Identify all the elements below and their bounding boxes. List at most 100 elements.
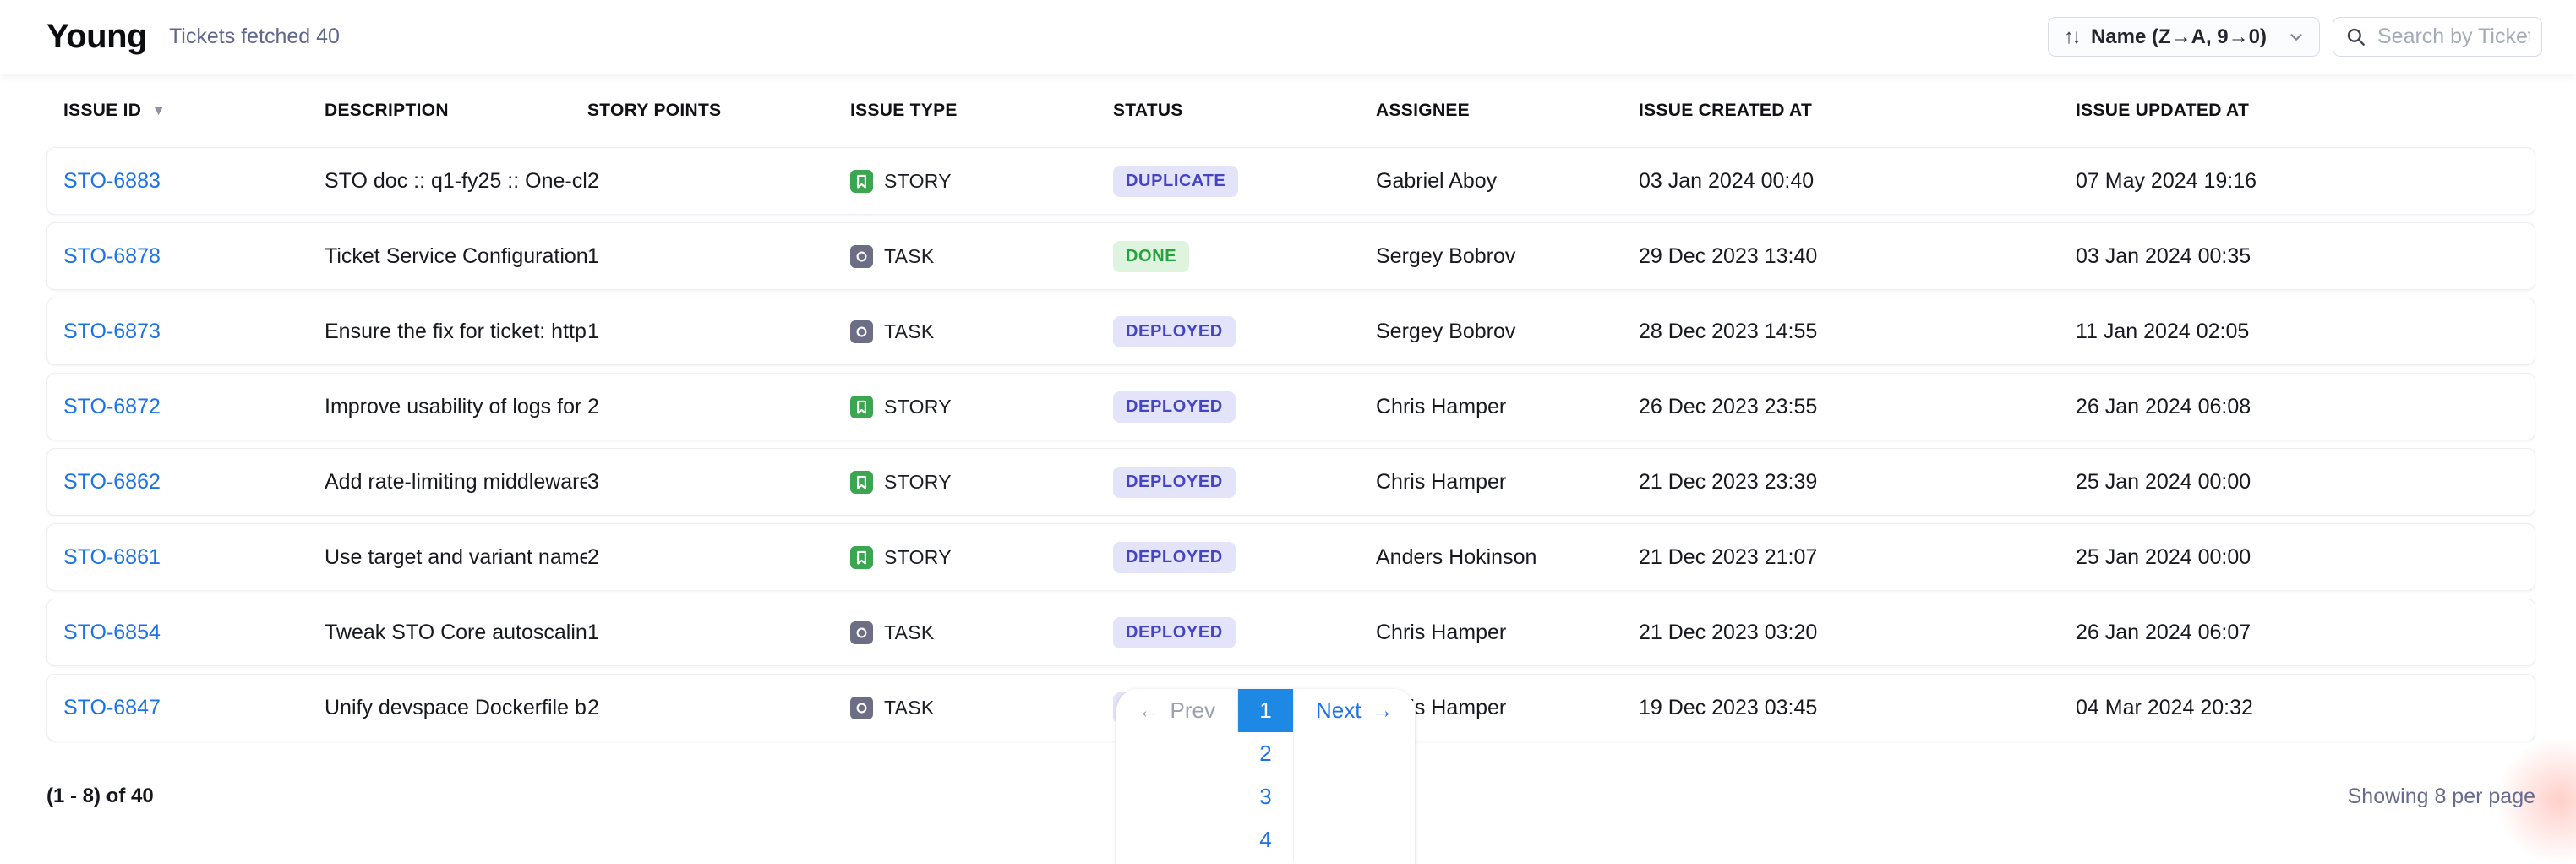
status-badge: DEPLOYED bbox=[1113, 391, 1236, 423]
issue-description: Improve usability of logs for failur... bbox=[325, 395, 587, 419]
issue-type-cell: TASK bbox=[850, 621, 1113, 644]
top-bar: Young Tickets fetched 40 ↑↓ Name (Z→A, 9… bbox=[0, 0, 2576, 74]
issue-updated-at: 26 Jan 2024 06:08 bbox=[2076, 395, 2535, 419]
pagination: ← Prev 1 2 3 4 5 Next → bbox=[1116, 689, 1416, 864]
issue-updated-at: 11 Jan 2024 02:05 bbox=[2076, 320, 2535, 344]
next-page-button[interactable]: Next → bbox=[1294, 689, 1415, 732]
per-page-label: Showing 8 per page bbox=[2348, 785, 2535, 809]
issue-updated-at: 26 Jan 2024 06:07 bbox=[2076, 621, 2535, 645]
issue-type-cell: STORY bbox=[850, 546, 1113, 569]
assignee-name: Anders Hokinson bbox=[1376, 545, 1639, 570]
prev-page-button[interactable]: ← Prev bbox=[1116, 689, 1238, 732]
task-icon bbox=[850, 697, 873, 719]
story-icon bbox=[850, 546, 873, 569]
assignee-name: Chris Hamper bbox=[1376, 696, 1639, 720]
status-badge: DEPLOYED bbox=[1113, 542, 1236, 573]
issue-description: STO doc :: q1-fy25 :: One-click e... bbox=[325, 169, 587, 194]
task-icon bbox=[850, 621, 873, 644]
issue-created-at: 29 Dec 2023 13:40 bbox=[1639, 244, 2076, 269]
issue-type-label: TASK bbox=[884, 621, 935, 644]
status-cell: DEPLOYED bbox=[1113, 542, 1376, 573]
status-badge: DUPLICATE bbox=[1113, 166, 1238, 197]
assignee-name: Chris Hamper bbox=[1376, 470, 1639, 495]
sort-selected-value: Name (Z→A, 9→0) bbox=[2091, 25, 2267, 49]
column-header-issue-type[interactable]: ISSUE TYPE bbox=[850, 101, 1113, 121]
assignee-name: Chris Hamper bbox=[1376, 395, 1639, 419]
issue-id-link[interactable]: STO-6873 bbox=[63, 320, 325, 344]
issue-type-cell: STORY bbox=[850, 471, 1113, 494]
issue-id-link[interactable]: STO-6878 bbox=[63, 244, 325, 269]
status-badge: DONE bbox=[1113, 241, 1189, 272]
table-row: STO-6873 Ensure the fix for ticket: http… bbox=[46, 298, 2535, 365]
story-icon bbox=[850, 396, 873, 418]
sort-arrows-icon: ↑↓ bbox=[2064, 25, 2079, 49]
issue-created-at: 26 Dec 2023 23:55 bbox=[1639, 395, 2076, 419]
issue-type-label: STORY bbox=[884, 170, 952, 193]
issue-created-at: 03 Jan 2024 00:40 bbox=[1639, 169, 2076, 194]
table-header-row: ISSUE ID ▼ DESCRIPTION STORY POINTS ISSU… bbox=[46, 74, 2535, 147]
issue-description: Add rate-limiting middleware to S... bbox=[325, 470, 587, 495]
column-header-issue-created-at[interactable]: ISSUE CREATED AT bbox=[1639, 101, 2076, 121]
issue-updated-at: 03 Jan 2024 00:35 bbox=[2076, 244, 2535, 269]
issue-type-cell: TASK bbox=[850, 697, 1113, 719]
issue-type-cell: STORY bbox=[850, 170, 1113, 193]
tickets-fetched-label: Tickets fetched 40 bbox=[169, 25, 340, 49]
assignee-name: Sergey Bobrov bbox=[1376, 244, 1639, 269]
status-cell: DEPLOYED bbox=[1113, 467, 1376, 498]
issue-type-label: TASK bbox=[884, 320, 935, 343]
column-header-description[interactable]: DESCRIPTION bbox=[325, 101, 587, 121]
issue-id-link[interactable]: STO-6883 bbox=[63, 169, 325, 194]
story-points-value: 1 bbox=[587, 320, 850, 344]
issue-type-cell: TASK bbox=[850, 245, 1113, 268]
issue-created-at: 21 Dec 2023 03:20 bbox=[1639, 621, 2076, 645]
issue-created-at: 21 Dec 2023 21:07 bbox=[1639, 545, 2076, 570]
status-cell: DONE bbox=[1113, 241, 1376, 272]
page-number-button[interactable]: 4 bbox=[1238, 818, 1294, 861]
status-cell: DUPLICATE bbox=[1113, 166, 1376, 197]
table-row: STO-6862 Add rate-limiting middleware to… bbox=[46, 448, 2535, 516]
column-header-assignee[interactable]: ASSIGNEE bbox=[1376, 101, 1639, 121]
issue-type-cell: STORY bbox=[850, 396, 1113, 418]
status-cell: DEPLOYED bbox=[1113, 391, 1376, 423]
status-cell: DEPLOYED bbox=[1113, 617, 1376, 648]
story-points-value: 2 bbox=[587, 395, 850, 419]
table-row: STO-6872 Improve usability of logs for f… bbox=[46, 373, 2535, 440]
page-title: Young bbox=[46, 18, 147, 56]
story-points-value: 1 bbox=[587, 621, 850, 645]
page-number-button[interactable]: 1 bbox=[1238, 689, 1294, 732]
issue-id-link[interactable]: STO-6862 bbox=[63, 470, 325, 495]
column-header-issue-updated-at[interactable]: ISSUE UPDATED AT bbox=[2076, 101, 2535, 121]
issue-description: Tweak STO Core autoscaling par... bbox=[325, 621, 587, 645]
issue-id-link[interactable]: STO-6847 bbox=[63, 696, 325, 720]
table-row: STO-6883 STO doc :: q1-fy25 :: One-click… bbox=[46, 147, 2535, 215]
story-points-value: 2 bbox=[587, 169, 850, 194]
story-icon bbox=[850, 471, 873, 494]
column-header-status[interactable]: STATUS bbox=[1113, 101, 1376, 121]
page-number-button[interactable]: 2 bbox=[1238, 732, 1294, 775]
ticket-table: ISSUE ID ▼ DESCRIPTION STORY POINTS ISSU… bbox=[0, 74, 2576, 821]
page-number-button[interactable]: 3 bbox=[1238, 775, 1294, 818]
column-header-story-points[interactable]: STORY POINTS bbox=[587, 101, 850, 121]
story-points-value: 3 bbox=[587, 470, 850, 495]
story-points-value: 2 bbox=[587, 696, 850, 720]
issue-type-label: STORY bbox=[884, 546, 952, 569]
search-box[interactable] bbox=[2333, 17, 2542, 57]
issue-type-label: STORY bbox=[884, 471, 952, 494]
assignee-name: Chris Hamper bbox=[1376, 621, 1639, 645]
page-number-button[interactable]: 5 bbox=[1238, 861, 1294, 864]
status-cell: DEPLOYED bbox=[1113, 316, 1376, 347]
table-row: STO-6861 Use target and variant name sea… bbox=[46, 523, 2535, 591]
search-input[interactable] bbox=[2377, 25, 2530, 49]
issue-description: Ensure the fix for ticket: https://h... bbox=[325, 320, 587, 344]
result-range-label: (1 - 8) of 40 bbox=[46, 785, 154, 808]
issue-description: Use target and variant name sear... bbox=[325, 545, 587, 570]
issue-type-label: TASK bbox=[884, 245, 935, 268]
issue-updated-at: 04 Mar 2024 20:32 bbox=[2076, 696, 2535, 720]
sort-dropdown[interactable]: ↑↓ Name (Z→A, 9→0) bbox=[2048, 17, 2320, 57]
issue-updated-at: 25 Jan 2024 00:00 bbox=[2076, 470, 2535, 495]
issue-id-link[interactable]: STO-6861 bbox=[63, 545, 325, 570]
column-header-issue-id[interactable]: ISSUE ID ▼ bbox=[63, 101, 325, 121]
assignee-name: Sergey Bobrov bbox=[1376, 320, 1639, 344]
issue-id-link[interactable]: STO-6854 bbox=[63, 621, 325, 645]
issue-id-link[interactable]: STO-6872 bbox=[63, 395, 325, 419]
